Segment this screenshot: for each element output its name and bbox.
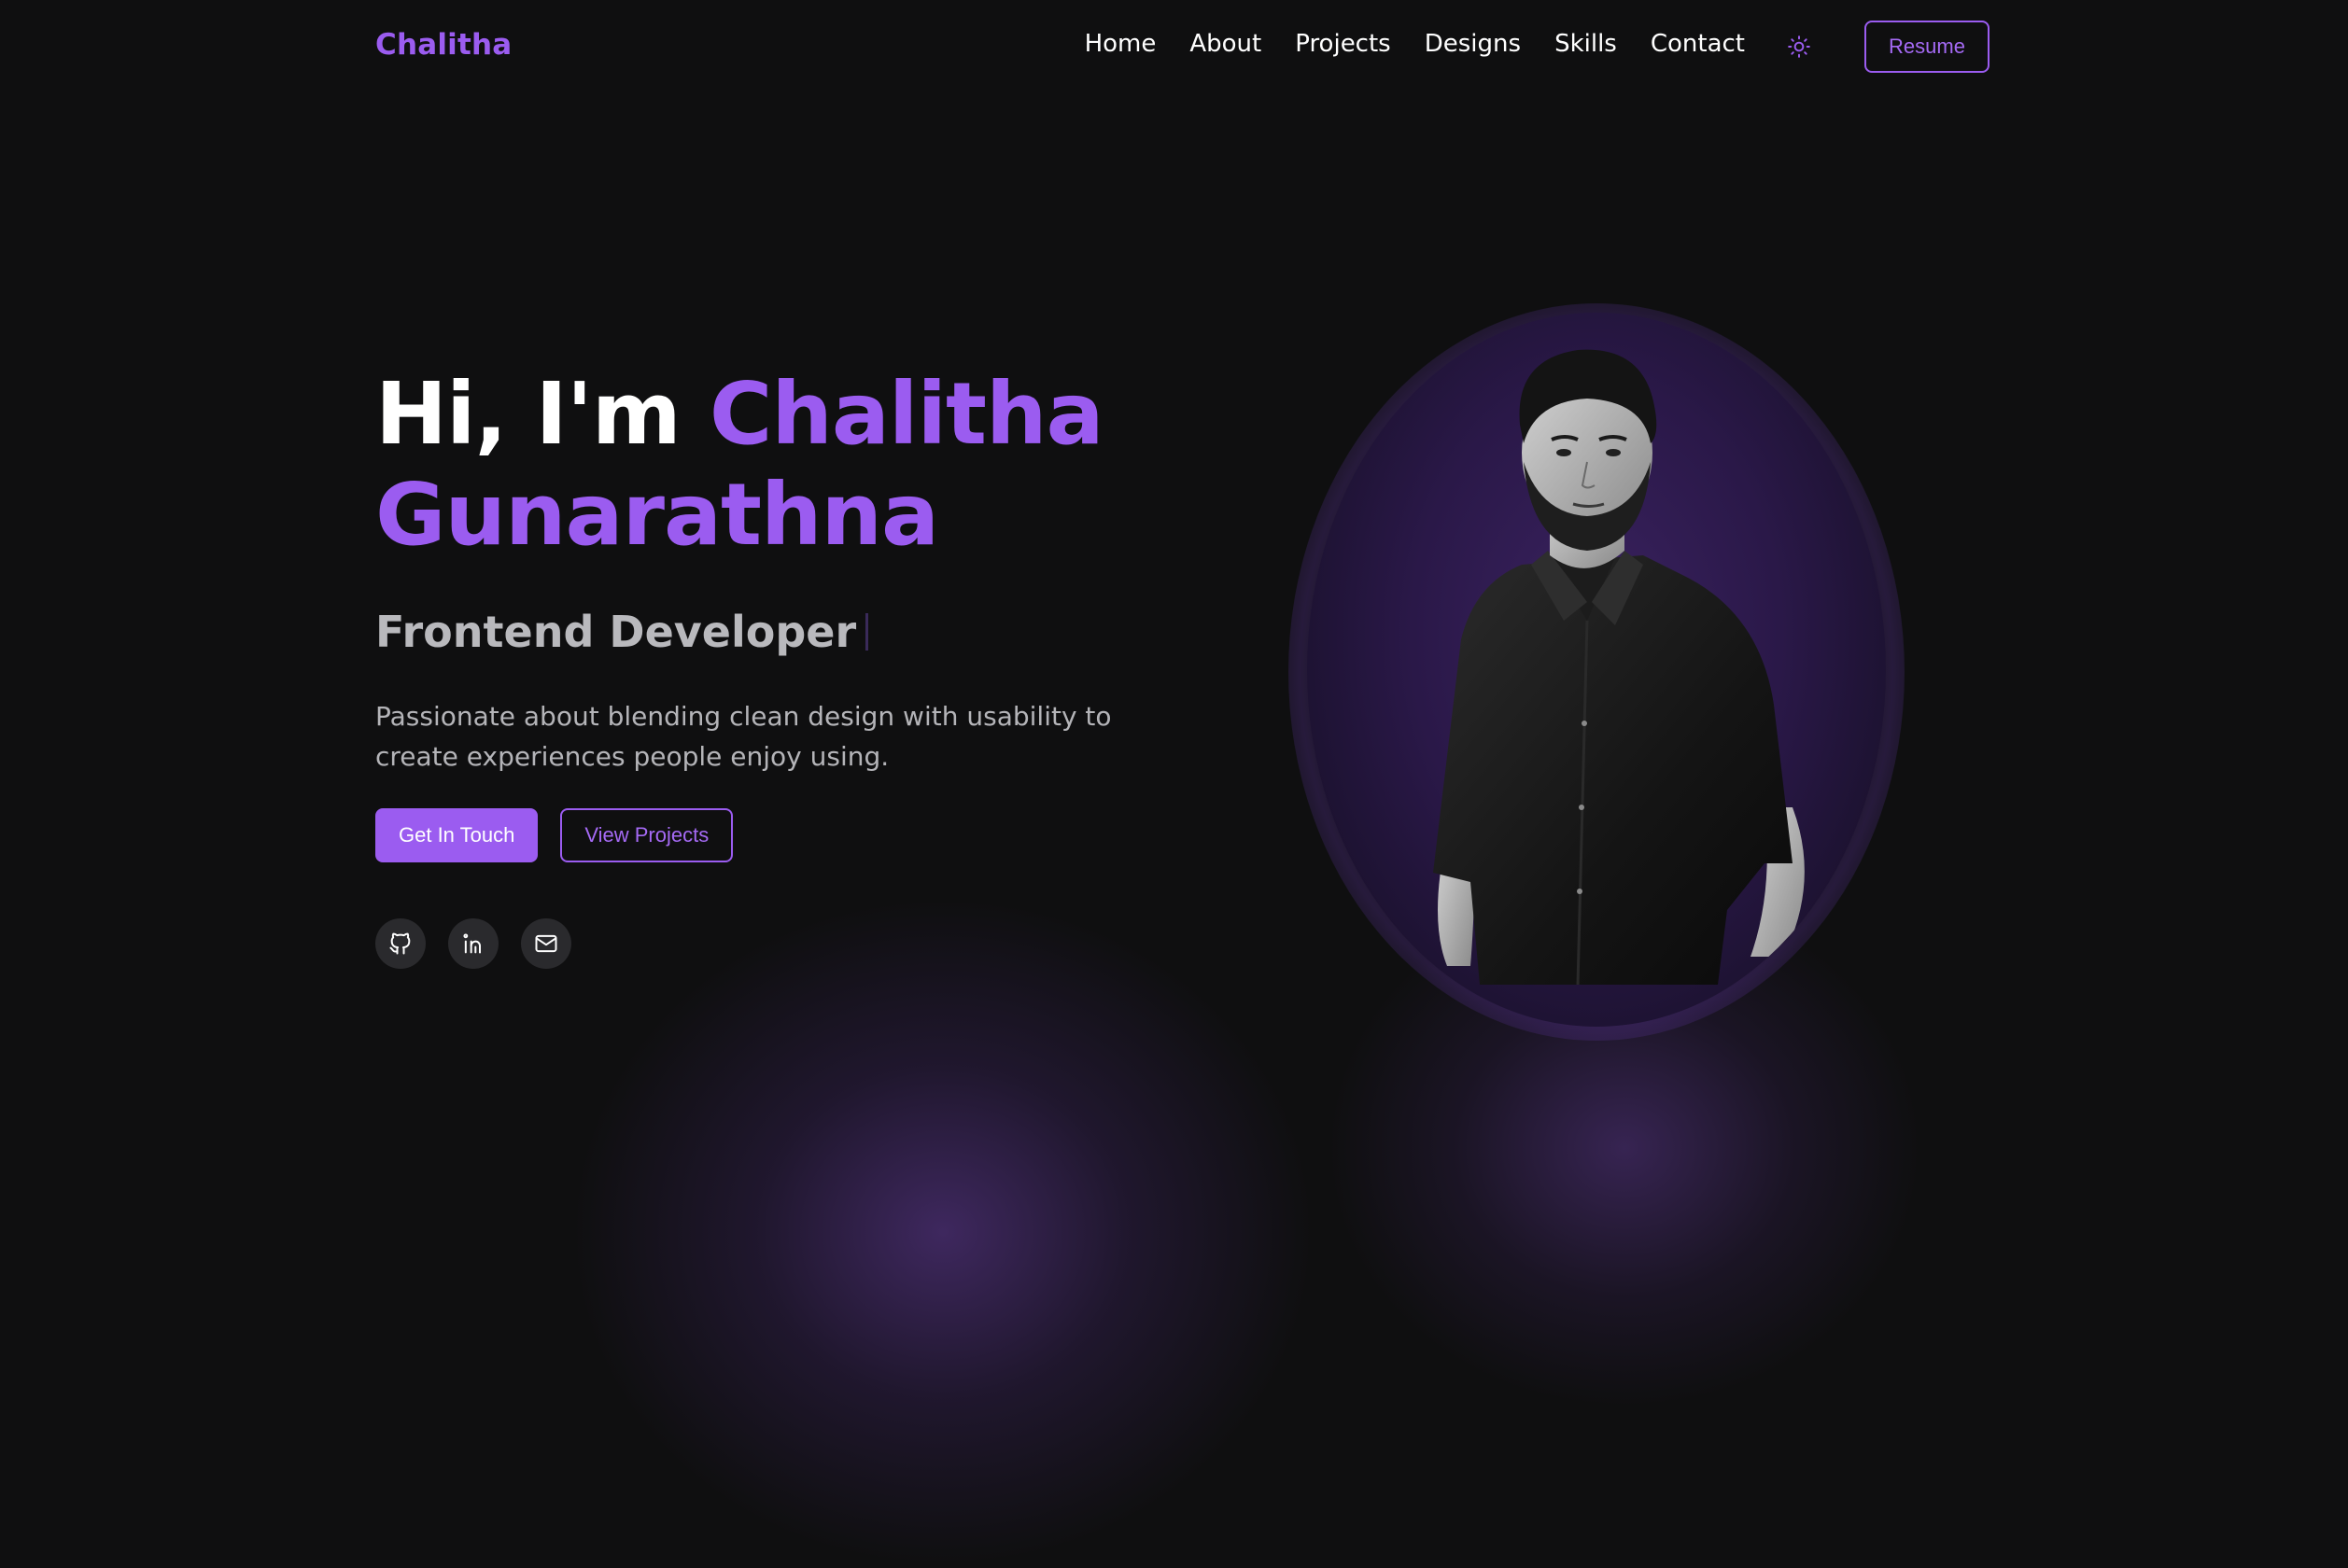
hero-role: Frontend Developer [375, 607, 1216, 657]
github-icon [389, 932, 411, 955]
portrait-frame [1307, 313, 1886, 1027]
hero-title: Hi, I'm Chalitha Gunarathna [375, 364, 1216, 566]
nav-link-designs[interactable]: Designs [1425, 30, 1521, 58]
sun-icon [1788, 35, 1810, 58]
linkedin-link[interactable] [448, 918, 499, 969]
cta-buttons: Get In Touch View Projects [375, 808, 1216, 862]
hero-first-name: Chalitha [709, 364, 1104, 464]
nav-links: Home About Projects Designs Skills Conta… [1085, 30, 1745, 58]
social-links [375, 918, 1216, 969]
background-glow-left [569, 896, 1316, 1568]
profile-photo [1433, 349, 1805, 986]
nav-link-home[interactable]: Home [1085, 30, 1157, 58]
hero-tagline: Passionate about blending clean design w… [375, 701, 1112, 772]
profile-portrait [1288, 303, 1905, 1041]
site-logo[interactable]: Chalitha [375, 28, 512, 62]
mail-link[interactable] [521, 918, 571, 969]
resume-button[interactable]: Resume [1864, 21, 1989, 73]
hero-section: Hi, I'm Chalitha Gunarathna Frontend Dev… [375, 364, 1216, 969]
nav-link-contact[interactable]: Contact [1651, 30, 1745, 58]
top-navbar: Chalitha Home About Projects Designs Ski… [375, 21, 1989, 78]
mail-icon [535, 934, 557, 953]
nav-link-skills[interactable]: Skills [1554, 30, 1617, 58]
nav-link-projects[interactable]: Projects [1295, 30, 1391, 58]
view-projects-button[interactable]: View Projects [560, 808, 734, 862]
nav-link-about[interactable]: About [1189, 30, 1261, 58]
theme-toggle-button[interactable] [1784, 32, 1814, 62]
hero-greeting: Hi, I'm [375, 364, 682, 464]
get-in-touch-button[interactable]: Get In Touch [375, 808, 539, 862]
hero-last-name: Gunarathna [375, 465, 939, 565]
github-link[interactable] [375, 918, 426, 969]
role-text: Frontend Developer [375, 607, 857, 657]
linkedin-icon [463, 933, 481, 954]
typing-cursor [865, 613, 869, 651]
